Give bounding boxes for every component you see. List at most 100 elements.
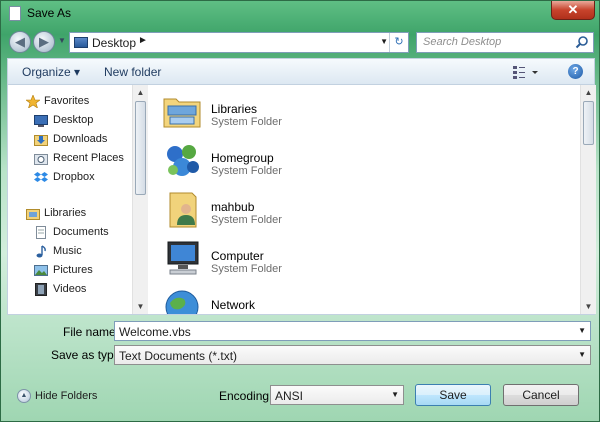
music-icon	[36, 245, 46, 258]
cancel-button[interactable]: Cancel	[503, 384, 579, 406]
change-view-button[interactable]	[512, 64, 542, 80]
sidebar-item-documents[interactable]: Documents	[8, 224, 134, 242]
dropbox-icon	[34, 172, 48, 182]
recent-places-icon	[34, 154, 48, 165]
scroll-up-arrow-icon[interactable]: ▲	[133, 85, 148, 100]
scroll-up-arrow-icon[interactable]: ▲	[581, 85, 596, 100]
navigation-pane: Favorites Desktop Downloads Recent Place…	[8, 85, 136, 314]
file-list-scroll-thumb[interactable]	[583, 101, 594, 145]
window-title: Save As	[27, 6, 72, 20]
encoding-dropdown-icon[interactable]: ▼	[391, 390, 399, 399]
file-name: mahbub	[211, 200, 255, 214]
homegroup-icon	[167, 145, 199, 176]
sidebar-item-label: Music	[53, 245, 82, 257]
videos-icon	[35, 283, 47, 296]
scroll-down-arrow-icon[interactable]: ▼	[581, 299, 596, 314]
savetype-dropdown-icon[interactable]: ▼	[578, 350, 586, 359]
list-item-libraries[interactable]: Libraries System Folder	[162, 91, 462, 135]
address-chevron-icon[interactable]: ►	[138, 35, 148, 46]
pictures-icon	[34, 265, 48, 276]
hide-folders-label: Hide Folders	[35, 390, 98, 402]
desktop-location-icon	[74, 37, 88, 48]
file-type: System Folder	[211, 116, 282, 128]
search-input[interactable]: Search Desktop	[423, 36, 501, 48]
new-folder-button[interactable]: New folder	[104, 65, 161, 79]
list-item-network[interactable]: Network	[162, 287, 462, 314]
navigation-pane-scroll-thumb[interactable]	[135, 101, 146, 195]
address-bar[interactable]: Desktop ► ▼ ↻	[69, 32, 409, 53]
filename-value[interactable]: Welcome.vbs	[119, 325, 191, 339]
list-item-homegroup[interactable]: Homegroup System Folder	[162, 140, 462, 184]
file-type: System Folder	[211, 165, 282, 177]
address-dropdown-icon[interactable]: ▼	[380, 37, 388, 46]
notepad-icon	[9, 6, 21, 21]
refresh-icon: ↻	[394, 36, 404, 48]
sidebar-item-downloads[interactable]: Downloads	[8, 131, 134, 149]
forward-button[interactable]: ▶	[33, 31, 55, 53]
sidebar-item-videos[interactable]: Videos	[8, 281, 134, 299]
savetype-label: Save as type:	[51, 348, 124, 362]
sidebar-item-label: Dropbox	[53, 171, 95, 183]
list-item-mahbub[interactable]: mahbub System Folder	[162, 189, 462, 233]
list-item-computer[interactable]: Computer System Folder	[162, 238, 462, 282]
encoding-label: Encoding:	[219, 389, 273, 403]
file-list-scrollbar[interactable]: ▲ ▼	[580, 85, 596, 314]
title-bar[interactable]: Save As ✕	[1, 1, 600, 27]
refresh-button[interactable]: ↻	[389, 33, 408, 52]
network-icon	[165, 290, 199, 314]
sidebar-item-favorites[interactable]: Favorites	[8, 93, 134, 111]
sidebar-item-label: Documents	[53, 226, 109, 238]
downloads-icon	[34, 135, 48, 146]
savetype-select[interactable]: Text Documents (*.txt) ▼	[114, 345, 591, 365]
documents-icon	[36, 226, 46, 239]
hide-folders-button[interactable]: ▲ Hide Folders	[17, 387, 127, 407]
sidebar-item-dropbox[interactable]: Dropbox	[8, 169, 134, 187]
navigation-bar: ◀ ▶ ▼ Desktop ► ▼ ↻ Search Desktop	[1, 28, 600, 54]
back-button[interactable]: ◀	[9, 31, 31, 53]
libraries-icon	[26, 209, 40, 220]
file-name: Network	[211, 298, 256, 312]
libraries-folder-icon	[163, 98, 201, 128]
view-options-icon	[513, 66, 538, 79]
user-folder-icon	[169, 192, 197, 228]
sidebar-item-label: Favorites	[44, 95, 90, 107]
help-button[interactable]: ?	[568, 64, 583, 79]
command-bar: Organize ▾ New folder ?	[7, 58, 595, 85]
search-box[interactable]: Search Desktop	[416, 32, 594, 53]
file-type: System Folder	[211, 214, 282, 226]
sidebar-item-label: Recent Places	[53, 152, 124, 164]
file-name: Computer	[211, 249, 264, 263]
encoding-select[interactable]: ANSI ▼	[270, 385, 404, 405]
sidebar-item-music[interactable]: Music	[8, 243, 134, 261]
sidebar-item-label: Desktop	[53, 114, 94, 126]
file-name: Libraries	[211, 102, 258, 116]
sidebar-item-libraries[interactable]: Libraries	[8, 205, 134, 223]
encoding-value: ANSI	[275, 389, 304, 403]
sidebar-item-pictures[interactable]: Pictures	[8, 262, 134, 280]
collapse-chevron-icon: ▲	[17, 389, 31, 403]
filename-field[interactable]: Welcome.vbs ▼	[114, 321, 591, 341]
file-type: System Folder	[211, 263, 282, 275]
address-text[interactable]: Desktop	[92, 36, 136, 50]
organize-menu[interactable]: Organize ▾	[22, 65, 80, 79]
file-list: Libraries System Folder Homegroup System…	[152, 85, 580, 314]
back-arrow-icon: ◀	[15, 34, 25, 49]
search-icon[interactable]	[575, 35, 589, 49]
sidebar-item-label: Pictures	[53, 264, 93, 276]
sidebar-item-label: Downloads	[53, 133, 108, 145]
file-name: Homegroup	[211, 151, 274, 165]
browser-pane: Favorites Desktop Downloads Recent Place…	[7, 85, 596, 315]
close-button[interactable]: ✕	[551, 1, 595, 20]
savetype-value: Text Documents (*.txt)	[119, 349, 238, 363]
filename-label: File name:	[63, 325, 120, 339]
scroll-down-arrow-icon[interactable]: ▼	[133, 299, 148, 314]
recent-locations-dropdown[interactable]: ▼	[58, 36, 66, 45]
save-as-dialog: Save As ✕ ◀ ▶ ▼ Desktop ► ▼ ↻ Search Des…	[0, 0, 600, 422]
filename-dropdown-icon[interactable]: ▼	[578, 326, 586, 335]
sidebar-item-desktop[interactable]: Desktop	[8, 112, 134, 130]
sidebar-item-recent-places[interactable]: Recent Places	[8, 150, 134, 168]
computer-icon	[167, 241, 199, 275]
navigation-pane-scrollbar[interactable]: ▲ ▼	[132, 85, 148, 314]
forward-arrow-icon: ▶	[39, 34, 49, 49]
save-button[interactable]: Save	[415, 384, 491, 406]
